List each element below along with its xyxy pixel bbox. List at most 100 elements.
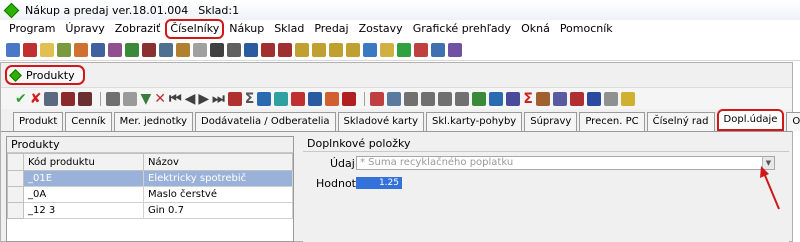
printer-2-icon[interactable] xyxy=(404,91,419,106)
calculator-icon[interactable] xyxy=(44,91,59,106)
filter-off-icon[interactable]: ✕ xyxy=(154,92,166,106)
tab-skladove-karty[interactable]: Skladové karty xyxy=(337,112,424,131)
blue-grid-icon[interactable] xyxy=(586,91,601,106)
tab-mer-jednotky[interactable]: Mer. jednotky xyxy=(113,112,193,131)
print-icon[interactable] xyxy=(106,91,121,106)
cell-code[interactable]: _12 3 xyxy=(23,202,144,219)
menu-nakup[interactable]: Nákup xyxy=(224,21,269,37)
tree-icon[interactable] xyxy=(535,91,550,106)
cell-name[interactable]: Maslo čerstvé xyxy=(143,186,293,203)
calendar-icon[interactable] xyxy=(448,42,462,57)
filter-icon[interactable]: ▼ xyxy=(140,92,151,106)
wheel-icon[interactable] xyxy=(125,42,139,57)
folder-red-2-icon[interactable] xyxy=(278,42,292,57)
menu-predaj[interactable]: Predaj xyxy=(309,21,353,37)
cell-name[interactable]: Elektricky spotrebič xyxy=(143,170,293,187)
barcode-icon[interactable] xyxy=(414,42,428,57)
confirm-icon[interactable]: ✔ xyxy=(15,92,27,106)
tab-produkt[interactable]: Produkt xyxy=(13,112,64,131)
mail-icon[interactable] xyxy=(40,42,54,57)
tab-supravy[interactable]: Súpravy xyxy=(524,112,578,131)
table-row[interactable]: _01E Elektricky spotrebič xyxy=(7,170,293,187)
box-icon[interactable] xyxy=(108,42,122,57)
menu-upravy[interactable]: Úpravy xyxy=(60,21,109,37)
udaj-select[interactable]: * Suma recyklačného poplatku ▼ xyxy=(356,156,775,170)
menu-pomocnik[interactable]: Pomocník xyxy=(555,21,618,37)
delete-record-icon[interactable] xyxy=(61,91,76,106)
cards-icon[interactable] xyxy=(506,91,521,106)
trash-icon[interactable] xyxy=(78,91,93,106)
printer-3-icon[interactable] xyxy=(421,91,436,106)
open-icon[interactable] xyxy=(6,42,20,57)
cancel-icon[interactable]: ✘ xyxy=(30,92,42,106)
column-header-kod[interactable]: Kód produktu xyxy=(23,153,144,171)
menu-okna[interactable]: Okná xyxy=(516,21,555,37)
menu-zostavy[interactable]: Zostavy xyxy=(354,21,408,37)
grid-view-icon[interactable] xyxy=(387,91,402,106)
stamp-icon[interactable] xyxy=(142,42,156,57)
hodnota-field[interactable]: 1.25 xyxy=(356,177,402,189)
doc-icon[interactable] xyxy=(363,42,377,57)
printer-4-icon[interactable] xyxy=(438,91,453,106)
sum-red-icon[interactable]: Σ xyxy=(523,92,533,106)
chart-icon[interactable] xyxy=(431,42,445,57)
table-row[interactable]: _12 3 Gin 0.7 xyxy=(7,202,293,219)
last-record-icon[interactable]: ⏭ xyxy=(212,92,225,106)
preview-icon[interactable] xyxy=(123,91,138,106)
table-row[interactable]: _0A Maslo čerstvé xyxy=(7,186,293,203)
printer-5-icon[interactable] xyxy=(455,91,470,106)
table-icon[interactable] xyxy=(210,42,224,57)
lock-icon[interactable] xyxy=(23,42,37,57)
grid-icon[interactable] xyxy=(91,42,105,57)
menu-program[interactable]: Program xyxy=(4,21,60,37)
bookmark-icon[interactable] xyxy=(227,91,242,106)
money-icon[interactable] xyxy=(397,42,411,57)
row-indicator[interactable] xyxy=(7,202,24,219)
list-icon[interactable] xyxy=(227,42,241,57)
wrench-icon[interactable] xyxy=(603,91,618,106)
menu-ciselniky[interactable]: Číselníky xyxy=(165,19,225,39)
transfer-3-icon[interactable] xyxy=(329,42,343,57)
menu-zobrazit[interactable]: Zobraziť xyxy=(110,21,166,37)
tab-ciselny-rad[interactable]: Číselný rad xyxy=(646,112,715,131)
note-icon[interactable] xyxy=(380,42,394,57)
next-page-icon[interactable]: ▶ xyxy=(198,92,209,106)
tab-skl-karty-pohyby[interactable]: Skl.karty-pohyby xyxy=(426,112,523,131)
tab-precen-pc[interactable]: Precen. PC xyxy=(579,112,645,131)
sort-icon[interactable] xyxy=(489,91,504,106)
home-blue-icon[interactable] xyxy=(308,91,323,106)
red-doc-icon[interactable] xyxy=(569,91,584,106)
red-box-icon[interactable] xyxy=(342,91,357,106)
hammer-icon[interactable] xyxy=(159,42,173,57)
gear-icon[interactable] xyxy=(193,42,207,57)
menu-graficke-prehlady[interactable]: Grafické prehľady xyxy=(408,21,516,37)
cell-code[interactable]: _01E xyxy=(23,170,144,187)
row-indicator[interactable] xyxy=(7,170,24,187)
yellow-icon[interactable] xyxy=(620,91,635,106)
edit-icon[interactable] xyxy=(552,91,567,106)
tab-dodavatelia-odberatelia[interactable]: Dodávatelia / Odberatelia xyxy=(195,112,336,131)
transfer-icon[interactable] xyxy=(295,42,309,57)
first-record-icon[interactable]: ⏮ xyxy=(169,92,182,106)
tab-dopl-udaje[interactable]: Dopl.údaje xyxy=(716,109,785,131)
person-icon[interactable] xyxy=(257,91,272,106)
sum-icon[interactable]: Σ xyxy=(245,92,255,106)
folder-red-icon[interactable] xyxy=(261,42,275,57)
tools-icon[interactable] xyxy=(57,42,71,57)
transfer-4-icon[interactable] xyxy=(346,42,360,57)
menu-sklad[interactable]: Sklad xyxy=(269,21,309,37)
sheet-icon[interactable] xyxy=(244,42,258,57)
cell-name[interactable]: Gin 0.7 xyxy=(143,202,293,219)
row-indicator[interactable] xyxy=(7,186,24,203)
columns-icon[interactable] xyxy=(370,91,385,106)
transfer-2-icon[interactable] xyxy=(312,42,326,57)
tab-obrazok[interactable]: Obrázok xyxy=(786,112,800,131)
cell-code[interactable]: _0A xyxy=(23,186,144,203)
column-header-nazov[interactable]: Názov xyxy=(143,153,293,171)
stack-icon[interactable] xyxy=(325,91,340,106)
vendor-icon[interactable] xyxy=(176,42,190,57)
cut-icon[interactable] xyxy=(74,42,88,57)
document-tab-produkty[interactable]: Produkty xyxy=(5,65,85,85)
chart-bars-icon[interactable] xyxy=(274,91,289,106)
tab-cennik[interactable]: Cenník xyxy=(65,112,112,131)
